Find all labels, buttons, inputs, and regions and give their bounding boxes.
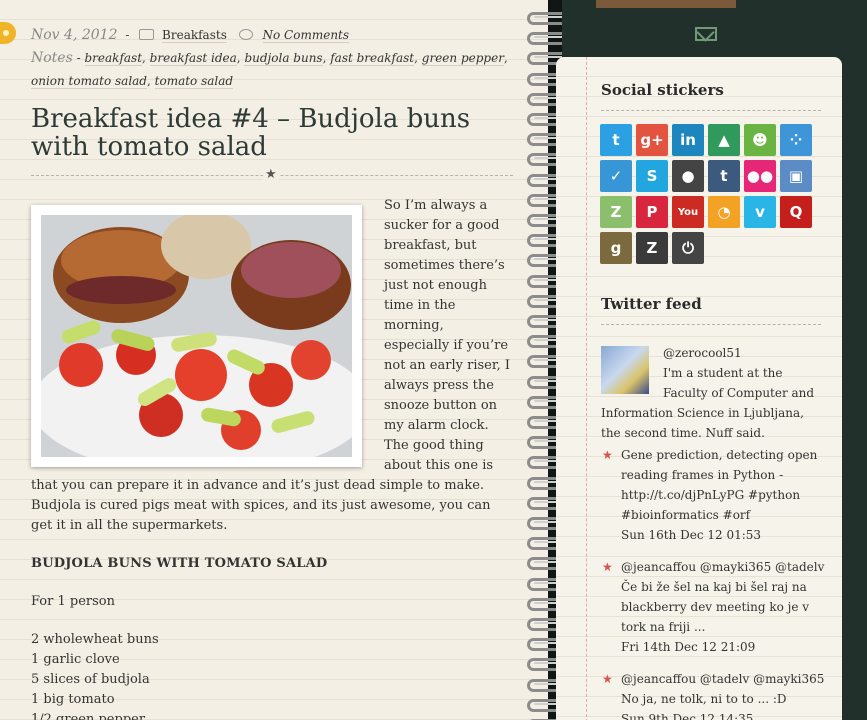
tweet-text[interactable]: @jeancaffou @mayki365 @tadelv Če bi že š…	[621, 560, 824, 634]
tag-link[interactable]: green pepper	[421, 51, 504, 66]
folder-icon	[139, 29, 155, 40]
youtube-icon[interactable]: You	[672, 196, 704, 228]
social-stickers-title: Social stickers	[601, 81, 724, 99]
notes-separator: -	[76, 51, 81, 65]
star-icon: ★	[602, 672, 613, 686]
skype-icon[interactable]: S	[636, 160, 668, 192]
quora-icon[interactable]: Q	[780, 196, 812, 228]
instagram-icon[interactable]: ▣	[780, 160, 812, 192]
title-divider: ★	[31, 167, 513, 182]
tag-link[interactable]: fast breakfast	[330, 51, 415, 66]
header-strip	[596, 0, 736, 8]
recipe-heading: BUDJOLA BUNS WITH TOMATO SALAD	[31, 556, 328, 571]
zerply-icon[interactable]: Z	[600, 196, 632, 228]
ingredient-item: 1 big tomato	[31, 692, 115, 707]
tag-link[interactable]: tomato salad	[154, 74, 234, 89]
twitter-feed-title: Twitter feed	[601, 295, 702, 313]
avatar[interactable]	[601, 346, 649, 394]
tweet-list: ★ Gene prediction, detecting open readin…	[601, 445, 825, 720]
post-tags: Notes - breakfast, breakfast idea, budjo…	[31, 50, 508, 89]
tweet-item: ★ @jeancaffou @mayki365 @tadelv Če bi že…	[601, 557, 825, 657]
twitter-profile: @zerocool51 I'm a student at the Faculty…	[601, 343, 825, 443]
comment-icon	[238, 29, 253, 40]
ingredient-item: 1 garlic clove	[31, 652, 120, 667]
power-icon[interactable]: ⏻	[672, 232, 704, 264]
loop-icon[interactable]: ◔	[708, 196, 740, 228]
github-icon[interactable]: ●	[672, 160, 704, 192]
category-link[interactable]: Breakfasts	[162, 28, 227, 43]
comments-link[interactable]: No Comments	[262, 28, 350, 43]
tweet-text[interactable]: Gene prediction, detecting open reading …	[621, 448, 817, 522]
star-icon: ★	[602, 448, 613, 462]
blog-post: Nov 4, 2012 - Breakfasts No Comments Not…	[31, 24, 513, 720]
tweet-item: ★ Gene prediction, detecting open readin…	[601, 445, 825, 545]
post-date: Nov 4, 2012	[31, 27, 118, 43]
pinterest-icon[interactable]: P	[636, 196, 668, 228]
post-meta: Nov 4, 2012 - Breakfasts No Comments	[31, 24, 513, 47]
check-icon[interactable]: ✓	[600, 160, 632, 192]
profile-handle[interactable]: @zerocool51	[663, 346, 742, 360]
notes-label: Notes	[31, 50, 73, 66]
tweet-time[interactable]: Fri 14th Dec 12 21:09	[621, 640, 755, 654]
star-icon: ★	[263, 167, 279, 182]
ingredient-item: 5 slices of budjola	[31, 672, 150, 687]
tweet-time[interactable]: Sun 9th Dec 12 14:35	[621, 712, 753, 720]
tweet-time[interactable]: Sun 16th Dec 12 01:53	[621, 528, 761, 542]
post-photo[interactable]	[31, 205, 362, 467]
tweet-item: ★ @jeancaffou @tadelv @mayki365 No ja, n…	[601, 669, 825, 720]
flickr-icon[interactable]: ●●	[744, 160, 776, 192]
zootool-icon[interactable]: Z	[636, 232, 668, 264]
ingredients-list: 2 wholewheat buns 1 garlic clove 5 slice…	[31, 630, 513, 720]
envelope-icon[interactable]	[695, 27, 717, 41]
pin-icon	[0, 22, 16, 44]
ingredient-item: 2 wholewheat buns	[31, 632, 159, 647]
tag-link[interactable]: budjola buns	[244, 51, 323, 66]
food-photo	[41, 215, 352, 457]
dots-icon[interactable]: ⁘	[780, 124, 812, 156]
social-divider	[601, 110, 821, 111]
twitter-icon[interactable]: t	[600, 124, 632, 156]
tweet-text[interactable]: @jeancaffou @tadelv @mayki365 No ja, ne …	[621, 672, 824, 706]
vimeo-icon[interactable]: v	[744, 196, 776, 228]
ingredient-item: 1/2 green pepper	[31, 712, 146, 720]
twitter-divider	[601, 324, 821, 325]
post-page: Nov 4, 2012 - Breakfasts No Comments Not…	[0, 0, 548, 720]
margin-line	[586, 57, 587, 720]
date-separator: -	[125, 28, 130, 42]
star-icon: ★	[602, 560, 613, 574]
tumblr-icon[interactable]: t	[708, 160, 740, 192]
buns-and-salad-image	[41, 215, 352, 457]
google-plus-icon[interactable]: g+	[636, 124, 668, 156]
tag-link[interactable]: onion tomato salad	[31, 74, 147, 89]
servings: For 1 person	[31, 594, 115, 609]
goodreads-icon[interactable]: g	[600, 232, 632, 264]
stumble-icon[interactable]: ☻	[744, 124, 776, 156]
post-content: So I’m always a sucker for a good breakf…	[31, 196, 513, 720]
post-title[interactable]: Breakfast idea #4 – Budjola buns with to…	[31, 105, 513, 161]
sidebar-card: Social stickers t g+ in ▲ ☻ ⁘ ✓ S ● t ●● ▣ Z P You ◔ v Qg…	[556, 57, 842, 720]
tag-link[interactable]: breakfast idea	[149, 51, 237, 66]
linkedin-icon[interactable]: in	[672, 124, 704, 156]
tag-link[interactable]: breakfast	[84, 51, 143, 66]
social-stickers-grid: t g+ in ▲ ☻ ⁘ ✓ S ● t ●● ▣ Z P You ◔ v Qg Z ⏻	[600, 124, 815, 264]
tree-icon[interactable]: ▲	[708, 124, 740, 156]
